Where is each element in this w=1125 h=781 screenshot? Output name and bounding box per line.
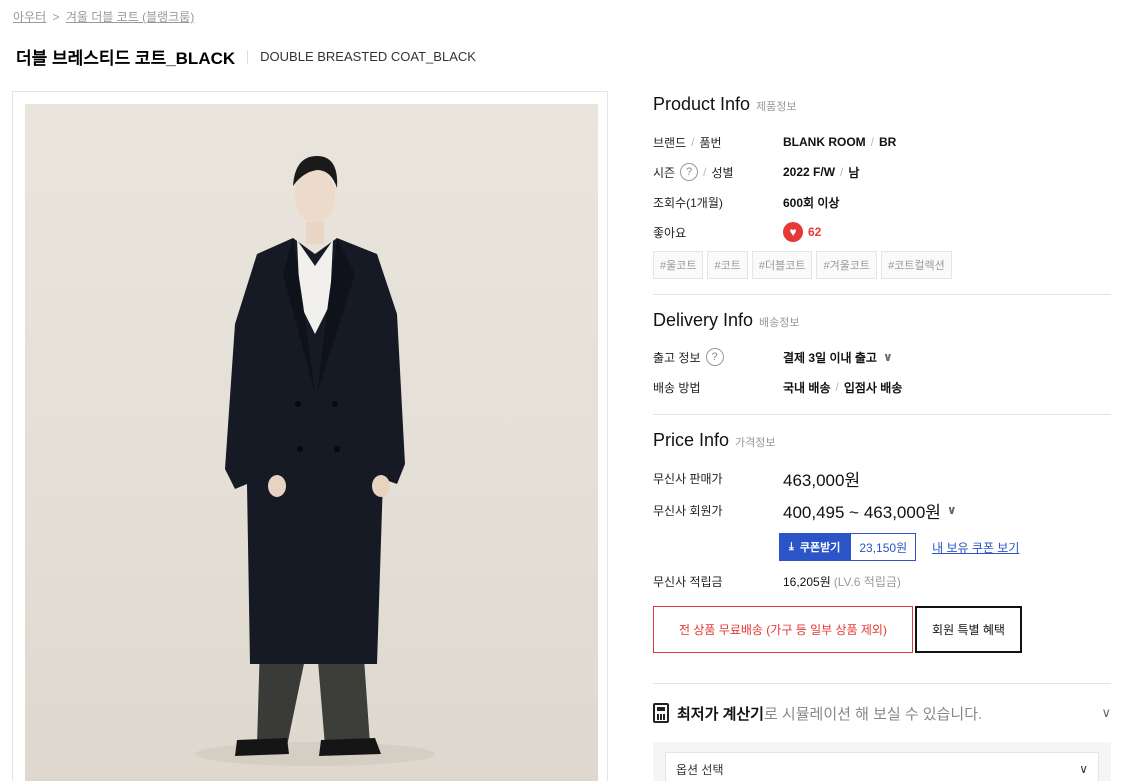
coupon-button-label: 쿠폰받기 — [799, 542, 841, 554]
product-info-heading: Product Info 제품정보 — [653, 94, 797, 115]
section-divider — [653, 683, 1111, 684]
ship-label: 출고 정보 — [653, 350, 701, 365]
product-info-title: Product Info — [653, 94, 751, 114]
code-label: 품번 — [699, 135, 722, 150]
points-value: 16,205원 — [783, 574, 831, 589]
chevron-down-icon: ∨ — [946, 503, 957, 517]
method-label: 배송 방법 — [653, 380, 701, 395]
member-price-label: 무신사 회원가 — [653, 503, 723, 518]
method-row: 배송 방법 국내 배송 / 입점사 배송 — [653, 380, 903, 395]
brand-label: 브랜드 — [653, 135, 687, 150]
member-price-dropdown[interactable]: 400,495 ~ 463,000원 ∨ — [783, 498, 957, 523]
gender-label: 성별 — [711, 165, 734, 180]
likes-count: 62 — [808, 225, 822, 239]
product-photo[interactable] — [25, 104, 598, 781]
points-row: 무신사 적립금 16,205원 (LV.6 적립금) — [653, 566, 1111, 596]
breadcrumb-separator: > — [52, 10, 60, 24]
title-divider — [247, 49, 249, 64]
member-price-value: 400,495 ~ 463,000원 — [783, 502, 941, 522]
tag-item[interactable]: #울코트 — [653, 251, 704, 279]
chevron-down-icon[interactable]: ∨ — [1101, 705, 1111, 721]
product-image-frame — [12, 91, 608, 781]
product-title-en: DOUBLE BREASTED COAT_BLACK — [260, 49, 476, 64]
option-box: 옵션 선택 ∨ — [653, 742, 1111, 781]
benefit-row: 전 상품 무료배송 (가구 등 일부 상품 제외) 회원 특별 혜택 — [653, 606, 1111, 653]
calculator-desc: 로 시뮬레이션 해 보실 수 있습니다. — [763, 705, 983, 723]
coupon-amount: 23,150원 — [850, 533, 917, 561]
product-title-ko: 더블 브레스티드 코트_BLACK — [16, 49, 236, 68]
member-price-row: 무신사 회원가 400,495 ~ 463,000원 ∨ — [653, 494, 1111, 526]
points-note: (LV.6 적립금) — [833, 574, 901, 589]
points-label: 무신사 적립금 — [653, 574, 723, 589]
option-select[interactable]: 옵션 선택 ∨ — [665, 752, 1099, 781]
delivery-info-heading: Delivery Info 배송정보 — [653, 310, 800, 331]
sale-price-row: 무신사 판매가 463,000원 — [653, 462, 1111, 494]
tag-item[interactable]: #코트 — [707, 251, 748, 279]
free-shipping-button[interactable]: 전 상품 무료배송 (가구 등 일부 상품 제외) — [653, 606, 913, 653]
product-info-subtitle: 제품정보 — [756, 101, 797, 113]
views-row: 조회수(1개월) 600회 이상 — [653, 187, 1111, 217]
option-placeholder: 옵션 선택 — [676, 762, 724, 777]
delivery-info-title: Delivery Info — [653, 310, 754, 330]
price-calculator-row[interactable]: 최저가 계산기 로 시뮬레이션 해 보실 수 있습니다. ∨ — [653, 685, 1111, 741]
tag-item[interactable]: #겨울코트 — [816, 251, 878, 279]
coupon-row: ⤓ 쿠폰받기 23,150원 내 보유 쿠폰 보기 — [779, 532, 1111, 562]
section-divider — [653, 294, 1111, 295]
heart-icon[interactable]: ♥ — [783, 222, 803, 242]
question-circle-icon[interactable]: ? — [680, 163, 699, 181]
likes-row: 좋아요 ♥ 62 — [653, 217, 1111, 247]
delivery-info-subtitle: 배송정보 — [759, 317, 800, 329]
product-title-row: 더블 브레스티드 코트_BLACK DOUBLE BREASTED COAT_B… — [16, 44, 476, 69]
calculator-icon — [653, 703, 669, 723]
member-benefit-button[interactable]: 회원 특별 혜택 — [915, 606, 1022, 653]
ship-value: 결제 3일 이내 출고 — [783, 350, 877, 365]
chevron-down-icon: ∨ — [882, 350, 893, 364]
season-row: 시즌 ? / 성별 2022 F/W / 남 — [653, 163, 860, 181]
price-info-title: Price Info — [653, 430, 730, 450]
likes-label: 좋아요 — [653, 225, 687, 240]
views-value: 600회 이상 — [783, 195, 840, 210]
download-icon: ⤓ — [789, 540, 794, 553]
calculator-title: 최저가 계산기 — [677, 705, 764, 723]
gender-value: 남 — [848, 165, 860, 180]
sale-price-value: 463,000원 — [783, 470, 861, 490]
brand-row: 브랜드 / 품번 BLANK ROOM / BR — [653, 135, 897, 150]
sale-price-label: 무신사 판매가 — [653, 471, 723, 486]
breadcrumb-category-link[interactable]: 아우터 — [13, 10, 46, 24]
tag-item[interactable]: #코트컬렉션 — [881, 251, 952, 279]
breadcrumb: 아우터 > 겨울 더블 코트 (블랭크룸) — [13, 8, 194, 25]
brand-value[interactable]: BLANK ROOM — [783, 135, 866, 149]
season-value: 2022 F/W — [783, 165, 836, 179]
tag-list: #울코트 #코트 #더블코트 #겨울코트 #코트컬렉션 — [653, 251, 1111, 279]
method-value-2: 입점사 배송 — [843, 380, 903, 395]
model-in-coat-image — [195, 156, 435, 766]
tag-item[interactable]: #더블코트 — [751, 251, 813, 279]
breadcrumb-subcategory-link[interactable]: 겨울 더블 코트 (블랭크룸) — [66, 10, 194, 24]
question-circle-icon[interactable]: ? — [705, 348, 724, 366]
views-label: 조회수(1개월) — [653, 195, 723, 210]
section-divider — [653, 414, 1111, 415]
ship-row: 출고 정보 ? 결제 3일 이내 출고 ∨ — [653, 342, 1111, 372]
coupon-download-button[interactable]: ⤓ 쿠폰받기 — [779, 533, 851, 561]
my-coupons-link[interactable]: 내 보유 쿠폰 보기 — [932, 539, 1019, 556]
method-value-1: 국내 배송 — [783, 380, 831, 395]
price-info-heading: Price Info 가격정보 — [653, 430, 776, 451]
ship-dropdown[interactable]: 결제 3일 이내 출고 ∨ — [783, 349, 893, 366]
code-value: BR — [879, 135, 897, 149]
season-label: 시즌 — [653, 165, 676, 180]
price-info-subtitle: 가격정보 — [735, 437, 776, 449]
chevron-down-icon: ∨ — [1079, 762, 1088, 776]
